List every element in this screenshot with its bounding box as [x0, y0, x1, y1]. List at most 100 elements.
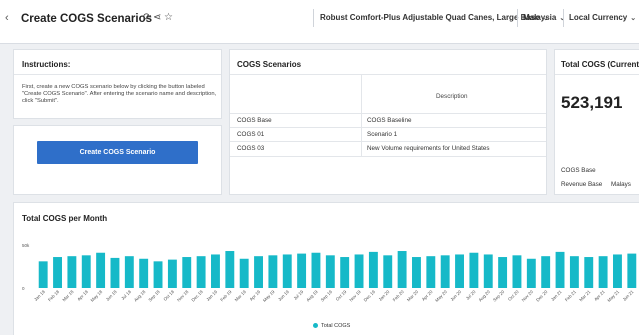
x-tick-label: Feb 18: [47, 289, 61, 303]
bar-total-cogs[interactable]: [569, 256, 579, 288]
x-tick-label: May 21: [606, 289, 620, 303]
y-tick-label: 50k: [22, 243, 30, 248]
bar-total-cogs[interactable]: [584, 257, 594, 288]
table-row-divider: [230, 141, 546, 142]
table-row-divider: [230, 127, 546, 128]
bar-total-cogs[interactable]: [139, 258, 149, 288]
bar-total-cogs[interactable]: [311, 252, 321, 288]
x-tick-label: Aug 18: [133, 289, 147, 303]
x-tick-label: Jun 18: [105, 289, 118, 302]
currency-select[interactable]: Local Currency ⌄: [569, 13, 636, 22]
chevron-down-icon: ⌄: [630, 15, 637, 22]
currency-select-value: Local Currency: [569, 13, 628, 22]
bar-total-cogs[interactable]: [555, 251, 565, 288]
bar-total-cogs[interactable]: [81, 255, 91, 288]
x-tick-label: Apr 20: [421, 289, 434, 302]
country-select-value: Malaysia: [523, 13, 557, 22]
divider: [230, 74, 546, 75]
x-tick-label: Apr 18: [76, 289, 89, 302]
x-tick-label: Mar 19: [234, 289, 248, 303]
bar-total-cogs[interactable]: [383, 255, 393, 288]
bar-total-cogs[interactable]: [38, 261, 48, 288]
bar-total-cogs[interactable]: [498, 257, 508, 288]
x-tick-label: Jul 20: [465, 289, 477, 301]
scenario-description: COGS Baseline: [367, 117, 412, 124]
x-tick-label: Jun 19: [277, 289, 290, 302]
bar-total-cogs[interactable]: [96, 252, 106, 288]
country-select[interactable]: Malaysia⌄: [523, 13, 565, 22]
create-cogs-scenario-button[interactable]: Create COGS Scenario: [37, 141, 198, 164]
bar-total-cogs[interactable]: [368, 251, 378, 288]
x-tick-label: Jun 21: [622, 289, 635, 302]
table-row-divider: [230, 156, 546, 157]
bar-total-cogs[interactable]: [613, 254, 622, 288]
divider: [563, 9, 564, 27]
chart-title: Total COGS per Month: [22, 214, 108, 223]
bar-total-cogs[interactable]: [124, 256, 134, 288]
x-tick-label: Apr 19: [249, 289, 262, 302]
x-tick-label: Dec 20: [535, 289, 549, 303]
scenario-description: Scenario 1: [367, 131, 398, 138]
refresh-icon[interactable]: ⟳: [143, 12, 151, 23]
table-header-description: Description: [436, 93, 468, 100]
bar-total-cogs[interactable]: [512, 255, 522, 288]
bar-total-cogs[interactable]: [598, 256, 608, 288]
product-select[interactable]: Robust Comfort-Plus Adjustable Quad Cane…: [320, 13, 549, 22]
divider: [313, 9, 314, 27]
share-icon[interactable]: ⋖: [153, 12, 161, 23]
x-tick-label: Apr 21: [593, 289, 606, 302]
divider: [517, 9, 518, 27]
bar-total-cogs[interactable]: [196, 256, 206, 288]
x-tick-label: May 19: [262, 289, 276, 303]
x-tick-label: Jun 20: [449, 289, 462, 302]
bar-total-cogs[interactable]: [167, 259, 177, 288]
x-tick-label: Dec 18: [190, 289, 204, 303]
x-tick-label: May 18: [90, 289, 104, 303]
star-icon[interactable]: ☆: [164, 12, 173, 23]
bar-total-cogs[interactable]: [268, 255, 278, 288]
bar-total-cogs[interactable]: [211, 254, 220, 288]
bar-total-cogs[interactable]: [182, 257, 192, 288]
bar-total-cogs[interactable]: [325, 255, 335, 288]
cogs-scenarios-title: COGS Scenarios: [237, 60, 302, 69]
scenario-name: COGS 03: [237, 145, 265, 152]
bar-total-cogs[interactable]: [412, 257, 421, 288]
instructions-text: First, create a new COGS scenario below …: [22, 84, 217, 105]
bar-total-cogs[interactable]: [110, 257, 120, 288]
x-tick-label: Oct 19: [335, 289, 348, 302]
total-cogs-title: Total COGS (Current Y...: [561, 60, 639, 69]
bar-total-cogs[interactable]: [483, 254, 493, 288]
bar-total-cogs[interactable]: [354, 254, 364, 288]
x-tick-label: Mar 20: [406, 289, 420, 303]
x-tick-label: Nov 19: [348, 289, 362, 303]
x-tick-label: Nov 20: [521, 289, 535, 303]
bar-total-cogs[interactable]: [455, 254, 464, 288]
x-tick-label: Oct 18: [162, 289, 175, 302]
scenario-name: COGS 01: [237, 131, 265, 138]
bar-total-cogs[interactable]: [225, 251, 235, 288]
bar-total-cogs[interactable]: [297, 253, 307, 288]
bar-total-cogs[interactable]: [526, 258, 536, 288]
chart-legend[interactable]: Total COGS: [313, 323, 350, 329]
bar-total-cogs[interactable]: [469, 252, 479, 288]
bar-total-cogs[interactable]: [426, 256, 436, 288]
bar-total-cogs[interactable]: [340, 257, 350, 288]
x-tick-label: Sep 20: [492, 289, 506, 303]
bar-total-cogs[interactable]: [440, 255, 450, 288]
table-row-divider: [230, 113, 546, 114]
bar-total-cogs[interactable]: [239, 258, 249, 288]
chevron-left-icon[interactable]: ‹: [5, 12, 9, 24]
total-cogs-value: 523,191: [561, 93, 623, 112]
bar-total-cogs[interactable]: [53, 257, 62, 288]
bar-total-cogs[interactable]: [153, 261, 163, 288]
bar-total-cogs[interactable]: [397, 251, 407, 288]
bar-total-cogs[interactable]: [282, 254, 292, 288]
x-tick-label: Feb 21: [564, 289, 578, 303]
bar-total-cogs[interactable]: [627, 253, 637, 288]
bar-total-cogs[interactable]: [67, 256, 77, 288]
bar-total-cogs[interactable]: [254, 256, 263, 288]
revenue-label: Revenue Base: [561, 181, 603, 188]
bar-total-cogs[interactable]: [541, 256, 551, 288]
x-tick-label: Jan 18: [33, 289, 46, 302]
x-tick-label: Feb 19: [219, 289, 233, 303]
